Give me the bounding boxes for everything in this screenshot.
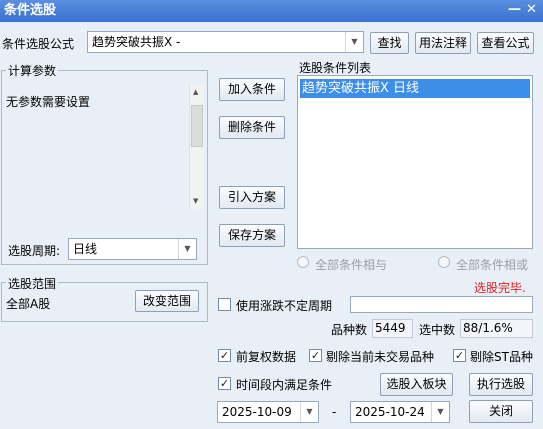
chevron-down-icon[interactable]: ▼ xyxy=(431,402,449,422)
selected-value: 88/1.6% xyxy=(460,319,533,338)
date-to-picker[interactable]: 2025-10-24 ▼ xyxy=(350,401,450,423)
condition-stock-picker-window: 条件选股 — ✕ 条件选股公式 趋势突破共振X - ▼ 查找 用法注释 查看公式… xyxy=(0,0,543,429)
scope-value: 全部A股 xyxy=(6,297,51,311)
delete-condition-button[interactable]: 删除条件 xyxy=(219,116,285,139)
chevron-down-icon[interactable]: ▼ xyxy=(300,402,318,422)
all-or-radio[interactable] xyxy=(438,256,450,268)
exclude-st-label: 剔除ST品种 xyxy=(470,350,533,364)
close-button[interactable]: 关闭 xyxy=(469,400,533,423)
params-group-title: 计算参数 xyxy=(6,62,59,79)
chevron-down-icon[interactable]: ▼ xyxy=(345,32,363,52)
window-title: 条件选股 xyxy=(4,3,57,18)
prev-adjust-label: 前复权数据 xyxy=(236,350,297,364)
selected-label: 选中数 xyxy=(419,323,456,337)
view-formula-button[interactable]: 查看公式 xyxy=(477,32,534,54)
params-scrollbar[interactable]: ▲ ▼ xyxy=(189,85,204,209)
date-range-dash: - xyxy=(332,405,337,419)
count-label: 品种数 xyxy=(331,323,368,337)
all-or-label: 全部条件相或 xyxy=(456,258,529,272)
minimize-icon[interactable]: — xyxy=(508,0,521,20)
formula-label: 条件选股公式 xyxy=(2,37,75,51)
run-selection-button[interactable]: 执行选股 xyxy=(469,373,533,396)
condition-list-title: 选股条件列表 xyxy=(299,61,372,75)
scope-group-title: 选股范围 xyxy=(6,275,59,292)
condition-list[interactable]: 趋势突破共振X 日线 xyxy=(297,75,533,249)
exclude-untraded-label: 剔除当前未交易品种 xyxy=(326,350,435,364)
time-range-label: 时间段内满足条件 xyxy=(236,378,333,392)
formula-select[interactable]: 趋势突破共振X - ▼ xyxy=(87,31,364,53)
use-period-checkbox[interactable] xyxy=(218,298,231,311)
period-input[interactable] xyxy=(350,296,533,313)
usage-notes-button[interactable]: 用法注释 xyxy=(415,32,471,54)
date-from-picker[interactable]: 2025-10-09 ▼ xyxy=(217,401,319,423)
chevron-down-icon[interactable]: ▼ xyxy=(178,239,196,259)
count-value: 5449 xyxy=(372,319,413,338)
find-button[interactable]: 查找 xyxy=(370,32,409,54)
time-range-checkbox[interactable]: ✓ xyxy=(218,377,231,390)
params-text: 无参数需要设置 xyxy=(6,95,91,109)
title-bar: 条件选股 — ✕ xyxy=(0,0,543,22)
date-to-value: 2025-10-24 xyxy=(355,405,425,419)
prev-adjust-checkbox[interactable]: ✓ xyxy=(218,349,231,362)
list-item[interactable]: 趋势突破共振X 日线 xyxy=(300,79,530,98)
add-condition-button[interactable]: 加入条件 xyxy=(219,78,285,101)
change-scope-button[interactable]: 改变范围 xyxy=(135,290,199,312)
scroll-thumb[interactable] xyxy=(191,105,203,147)
close-icon[interactable]: ✕ xyxy=(526,0,537,20)
period-label: 选股周期: xyxy=(8,244,61,258)
exclude-st-checkbox[interactable]: ✓ xyxy=(453,349,466,362)
period-select[interactable]: 日线 ▼ xyxy=(68,238,197,260)
scroll-up-icon[interactable]: ▲ xyxy=(193,88,198,96)
scroll-down-icon[interactable]: ▼ xyxy=(193,197,198,205)
date-from-value: 2025-10-09 xyxy=(222,405,292,419)
save-scheme-button[interactable]: 保存方案 xyxy=(219,224,285,247)
status-text: 选股完毕. xyxy=(474,281,526,295)
all-and-label: 全部条件相与 xyxy=(315,258,388,272)
all-and-radio[interactable] xyxy=(297,256,309,268)
period-value: 日线 xyxy=(73,242,98,256)
use-period-label: 使用涨跌不定周期 xyxy=(236,299,333,313)
formula-value: 趋势突破共振X - xyxy=(92,35,181,49)
exclude-untraded-checkbox[interactable]: ✓ xyxy=(309,349,322,362)
import-scheme-button[interactable]: 引入方案 xyxy=(219,186,285,209)
add-to-block-button[interactable]: 选股入板块 xyxy=(380,373,453,396)
